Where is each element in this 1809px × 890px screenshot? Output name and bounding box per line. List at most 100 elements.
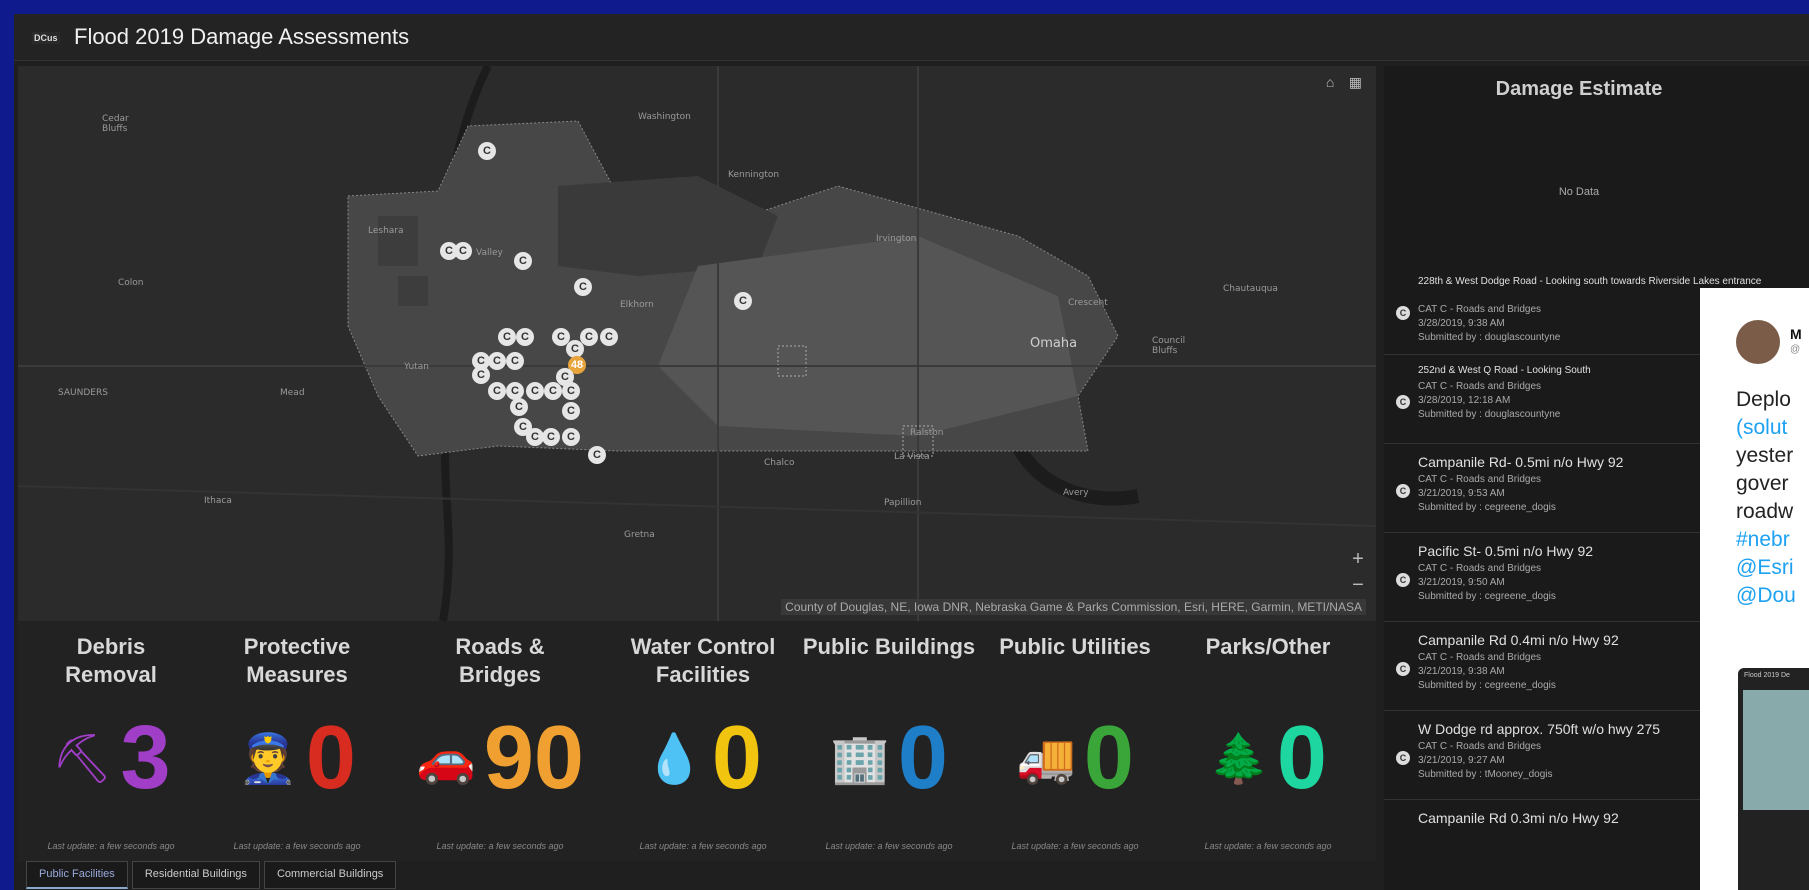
item-category: CAT C - Roads and Bridges — [1418, 741, 1542, 752]
stat-last-update: Last update: a few seconds ago — [436, 841, 564, 851]
place-label: Chautauqua — [1223, 284, 1278, 294]
map-marker[interactable]: C — [574, 278, 592, 296]
place-label: SAUNDERS — [58, 388, 108, 398]
item-date: 3/28/2019, 9:38 AM — [1418, 318, 1505, 329]
item-date: 3/21/2019, 9:38 AM — [1418, 666, 1505, 677]
tweet-mention[interactable]: @Esri — [1736, 556, 1793, 579]
map-marker[interactable]: C — [506, 352, 524, 370]
stat-value: 0 — [1083, 708, 1134, 808]
map-marker[interactable]: C — [542, 428, 560, 446]
map-marker[interactable]: C — [562, 428, 580, 446]
water-drop-icon: 💧 — [644, 732, 704, 786]
item-submitter: Submitted by : cegreene_dogis — [1418, 502, 1556, 513]
item-category: CAT C - Roads and Bridges — [1418, 304, 1542, 315]
place-label: Leshara — [368, 226, 404, 236]
map-marker[interactable]: C — [562, 382, 580, 400]
marker-icon: C — [1396, 573, 1410, 587]
stat-last-update: Last update: a few seconds ago — [639, 841, 767, 851]
stat-value: 0 — [1276, 708, 1327, 808]
map-marker[interactable]: C — [472, 366, 490, 384]
map-marker[interactable]: C — [516, 328, 534, 346]
marker-icon: C — [1396, 395, 1410, 409]
stat-label: Roads & Bridges — [455, 634, 545, 687]
stat-last-update: Last update: a few seconds ago — [233, 841, 361, 851]
map-marker[interactable]: C — [734, 292, 752, 310]
map-marker[interactable]: C — [498, 328, 516, 346]
stat-label: Debris Removal — [65, 634, 157, 687]
basemap-gallery-icon[interactable]: ▦ — [1349, 74, 1362, 90]
item-submitter: Submitted by : cegreene_dogis — [1418, 591, 1556, 602]
place-label: Council Bluffs — [1152, 336, 1186, 356]
zoom-in-button[interactable]: + — [1348, 546, 1368, 572]
stat-value: 0 — [897, 708, 948, 808]
tweet-line: roadw — [1736, 500, 1794, 523]
tweet-hashtag[interactable]: #nebr — [1736, 528, 1790, 551]
tab-residential-buildings[interactable]: Residential Buildings — [131, 861, 260, 889]
stat-last-update: Last update: a few seconds ago — [1204, 841, 1332, 851]
map-marker[interactable]: C — [600, 328, 618, 346]
map-marker[interactable]: C — [544, 382, 562, 400]
category-indicators: Debris Removal ⛏ 3 Last update: a few se… — [18, 621, 1376, 861]
map-marker[interactable]: C — [478, 142, 496, 160]
stat-water-control: Water Control Facilities 💧 0 Last update… — [610, 621, 796, 861]
zoom-out-button[interactable]: − — [1348, 572, 1368, 598]
tweet-handle: @ — [1790, 344, 1801, 355]
place-label-omaha: Omaha — [1030, 336, 1078, 351]
place-label: Washington — [638, 112, 691, 122]
tab-public-facilities[interactable]: Public Facilities — [26, 861, 128, 889]
place-label: Papillion — [884, 498, 922, 508]
thumbnail-photo — [1743, 690, 1809, 810]
place-label: Mead — [280, 388, 305, 398]
map-toolbar: ⌂ ▦ — [1316, 74, 1362, 92]
item-submitter: Submitted by : douglascountyne — [1418, 409, 1561, 420]
map-marker[interactable]: C — [580, 328, 598, 346]
map-view[interactable]: Cedar Bluffs Washington Kennington Lesha… — [18, 66, 1376, 621]
tweet-card[interactable]: M @ Deplo (solut yester gover roadw #neb… — [1700, 288, 1809, 890]
stat-label: Protective Measures — [243, 634, 351, 687]
place-label: La Vista — [894, 452, 930, 462]
avatar — [1736, 320, 1780, 364]
item-category: CAT C - Roads and Bridges — [1418, 474, 1542, 485]
marker-icon: C — [1396, 306, 1410, 320]
map-marker[interactable]: C — [588, 446, 606, 464]
person-shovel-icon: ⛏ — [51, 732, 113, 786]
facility-tabs: Public Facilities Residential Buildings … — [26, 861, 400, 889]
home-icon[interactable]: ⌂ — [1326, 74, 1334, 90]
map-marker[interactable]: C — [562, 402, 580, 420]
place-label: Ithaca — [204, 496, 232, 506]
map-marker[interactable]: C — [514, 252, 532, 270]
map-marker[interactable]: C — [510, 398, 528, 416]
place-label: Crescent — [1068, 298, 1108, 308]
stat-label: Public Utilities — [999, 634, 1151, 659]
tweet-text: Deplo (solut yester gover roadw #nebr @E… — [1736, 386, 1796, 610]
stat-value: 0 — [711, 708, 762, 808]
item-date: 3/28/2019, 12:18 AM — [1418, 395, 1511, 406]
stat-public-buildings: Public Buildings 🏢 0 Last update: a few … — [796, 621, 982, 861]
map-marker[interactable]: C — [488, 352, 506, 370]
map-marker[interactable]: C — [506, 382, 524, 400]
tweet-line: gover — [1736, 472, 1789, 495]
place-label: Chalco — [764, 458, 795, 468]
tweet-image-thumbnail[interactable]: Flood 2019 De — [1738, 668, 1809, 890]
thumbnail-caption: Flood 2019 De — [1744, 672, 1790, 679]
place-label: Kennington — [728, 170, 780, 180]
map-marker[interactable]: C — [488, 382, 506, 400]
tab-commercial-buildings[interactable]: Commercial Buildings — [263, 861, 397, 889]
tweet-line: Deplo — [1736, 388, 1791, 411]
tweet-mention[interactable]: @Dou — [1736, 584, 1796, 607]
dashboard-app: DCus Flood 2019 Damage Assessments Cedar… — [14, 14, 1809, 890]
map-marker[interactable]: C — [526, 382, 544, 400]
app-title: Flood 2019 Damage Assessments — [74, 24, 410, 49]
marker-icon: C — [1396, 751, 1410, 765]
stat-label: Water Control Facilities — [630, 634, 776, 687]
map-marker[interactable]: C — [454, 242, 472, 260]
truck-icon: 🚚 — [1016, 732, 1076, 786]
tweet-link[interactable]: (solut — [1736, 416, 1787, 439]
place-label: Elkhorn — [620, 300, 654, 310]
place-label: Yutan — [404, 362, 429, 372]
marker-icon: C — [1396, 662, 1410, 676]
place-label: Valley — [476, 248, 503, 258]
stat-parks-other: Parks/Other 🌲 0 Last update: a few secon… — [1168, 621, 1368, 861]
stat-value: 90 — [483, 708, 584, 808]
stat-value: 0 — [305, 708, 356, 808]
